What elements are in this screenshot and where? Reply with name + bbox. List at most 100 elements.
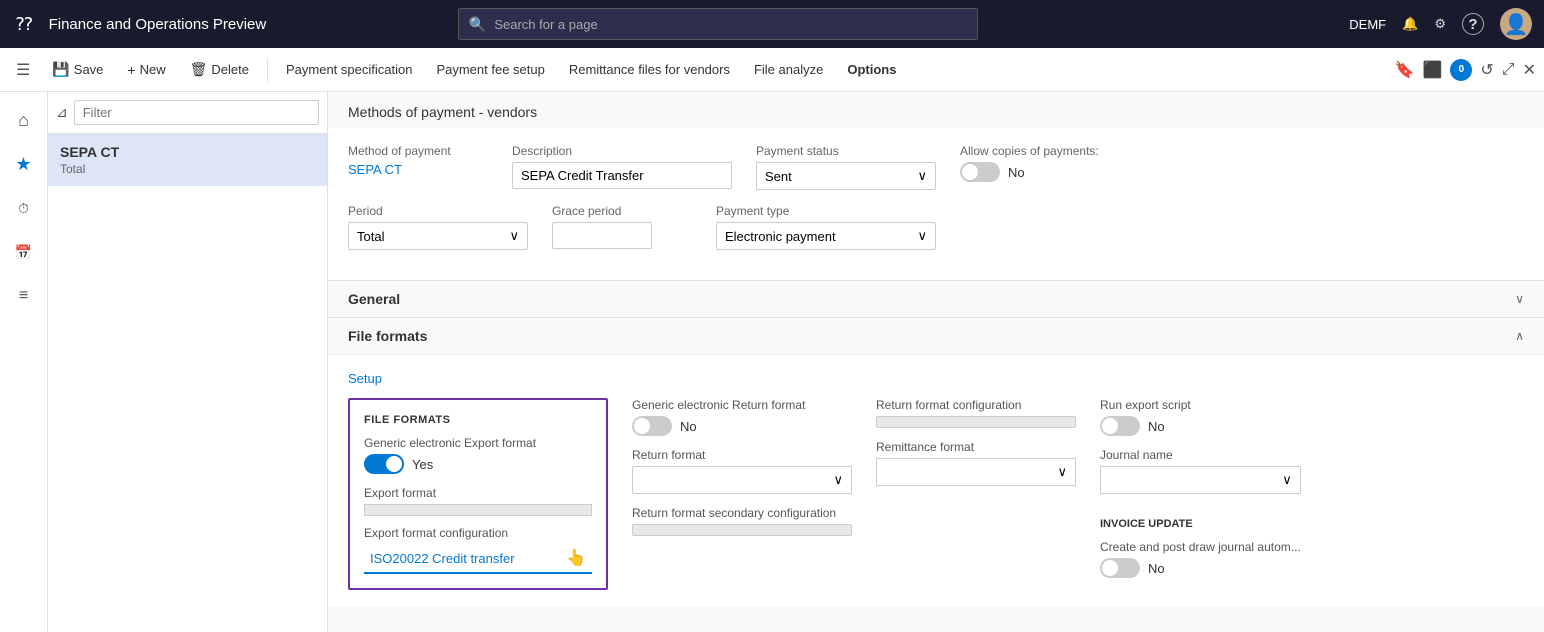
run-export-toggle[interactable] [1100,416,1140,436]
search-icon: 🔍 [469,16,486,33]
grace-period-input[interactable]: 0 [552,222,652,249]
description-field: Description SEPA Credit Transfer [512,144,732,190]
options-button[interactable]: Options [837,58,906,81]
return-format-select[interactable]: ∨ [632,466,852,494]
file-analyze-button[interactable]: File analyze [744,58,833,81]
method-of-payment-label: Method of payment [348,144,488,158]
search-input[interactable] [494,17,967,32]
return-format-generic-label: Generic electronic Return format [632,398,852,412]
create-post-toggle-text: No [1148,561,1165,576]
period-select[interactable]: Total ∨ [348,222,528,250]
run-export-toggle-text: No [1148,419,1165,434]
grace-period-field: Grace period 0 [552,204,692,250]
remittance-format-select[interactable]: ∨ [876,458,1076,486]
description-input[interactable]: SEPA Credit Transfer [512,162,732,189]
return-format-chevron: ∨ [833,472,843,488]
allow-copies-text: No [1008,165,1025,180]
export-format-config-input[interactable]: ISO20022 Credit transfer 👆 [364,544,592,574]
general-section-header[interactable]: General ∨ [328,280,1544,317]
save-button[interactable]: 💾 Save [42,57,113,82]
hamburger-icon[interactable]: ☰ [8,56,38,84]
list-item-title: SEPA CT [60,144,315,160]
gear-icon[interactable]: ⚙ [1434,16,1446,32]
journal-name-label: Journal name [1100,448,1301,462]
file-formats-grid: FILE FORMATS Generic electronic Export f… [348,398,1524,590]
sidebar-list-icon[interactable]: ≡ [4,276,44,316]
create-post-toggle[interactable] [1100,558,1140,578]
remittance-format-label: Remittance format [876,440,1076,454]
help-icon[interactable]: ? [1462,13,1484,35]
search-bar: 🔍 [458,8,978,40]
file-formats-section-title: File formats [348,328,427,344]
return-format-secondary-input[interactable] [632,524,852,536]
action-bar: ☰ 💾 Save + New 🗑 Delete Payment specific… [0,48,1544,92]
method-of-payment-field: Method of payment SEPA CT [348,144,488,190]
bookmark-icon[interactable]: 🔖 [1395,60,1415,80]
filter-bar: ⊿ [48,92,327,134]
return-toggle[interactable] [632,416,672,436]
badge-count: 0 [1459,64,1465,75]
allow-copies-toggle-row: No [960,162,1100,182]
close-icon[interactable]: ✕ [1523,60,1536,80]
page-title: Methods of payment - vendors [348,104,1524,120]
journal-name-chevron: ∨ [1282,472,1292,488]
refresh-icon[interactable]: ↺ [1480,60,1493,80]
panel-icon[interactable]: ⬛ [1422,60,1442,80]
filter-input[interactable] [74,100,319,125]
return-format-config-label: Return format configuration [876,398,1076,412]
delete-icon: 🗑 [190,61,208,78]
badge-button[interactable]: 0 [1450,59,1472,81]
invoice-update-title: INVOICE UPDATE [1100,518,1301,530]
export-format-input[interactable] [364,504,592,516]
sidebar-star-icon[interactable]: ★ [4,144,44,184]
return-format-config-input[interactable] [876,416,1076,428]
cursor-hand-icon: 👆 [566,548,586,568]
app-title: Finance and Operations Preview [49,16,267,33]
payment-fee-setup-button[interactable]: Payment fee setup [426,58,554,81]
return-format-column: Generic electronic Return format No Retu… [632,398,852,536]
delete-button[interactable]: 🗑 Delete [180,57,259,82]
avatar[interactable]: 👤 [1500,8,1532,40]
remittance-files-button[interactable]: Remittance files for vendors [559,58,740,81]
bell-icon[interactable]: 🔔 [1402,16,1418,32]
method-of-payment-value[interactable]: SEPA CT [348,162,488,177]
allow-copies-toggle[interactable] [960,162,1000,182]
period-label: Period [348,204,528,218]
payment-status-select[interactable]: Sent ∨ [756,162,936,190]
file-formats-section-header[interactable]: File formats ∧ [328,317,1544,354]
sidebar-clock-icon[interactable]: ⏱ [4,188,44,228]
new-button[interactable]: + New [117,58,175,82]
maximize-icon[interactable]: ⤢ [1502,61,1515,79]
user-label: DEMF [1349,17,1386,32]
far-left-sidebar: ⌂ ★ ⏱ 📅 ≡ [0,92,48,632]
payment-type-field: Payment type Electronic payment ∨ [716,204,936,250]
description-label: Description [512,144,732,158]
payment-status-field: Payment status Sent ∨ [756,144,936,190]
payment-specification-button[interactable]: Payment specification [276,58,422,81]
new-icon: + [127,62,135,78]
journal-name-select[interactable]: ∨ [1100,466,1301,494]
export-toggle[interactable] [364,454,404,474]
sidebar-calendar-icon[interactable]: 📅 [4,232,44,272]
payment-type-label: Payment type [716,204,936,218]
allow-copies-field: Allow copies of payments: No [960,144,1100,190]
list-item[interactable]: SEPA CT Total [48,134,327,186]
payment-type-chevron-icon: ∨ [917,228,927,244]
invoice-update-section: INVOICE UPDATE Create and post draw jour… [1100,518,1301,578]
export-toggle-row: Yes [364,454,592,474]
filter-icon[interactable]: ⊿ [56,104,68,121]
grace-period-label: Grace period [552,204,692,218]
grid-icon[interactable]: ⁇ [12,10,37,39]
setup-link[interactable]: Setup [348,371,382,386]
return-toggle-row: No [632,416,852,436]
sidebar-home-icon[interactable]: ⌂ [4,100,44,140]
content-header: Methods of payment - vendors [328,92,1544,128]
payment-type-select[interactable]: Electronic payment ∨ [716,222,936,250]
return-format-config-column: Return format configuration Remittance f… [876,398,1076,486]
return-toggle-text: No [680,419,697,434]
payment-status-label: Payment status [756,144,936,158]
period-field: Period Total ∨ [348,204,528,250]
top-nav-right: DEMF 🔔 ⚙ ? 👤 [1349,8,1532,40]
form-row-1: Method of payment SEPA CT Description SE… [348,144,1524,190]
run-export-toggle-row: No [1100,416,1301,436]
